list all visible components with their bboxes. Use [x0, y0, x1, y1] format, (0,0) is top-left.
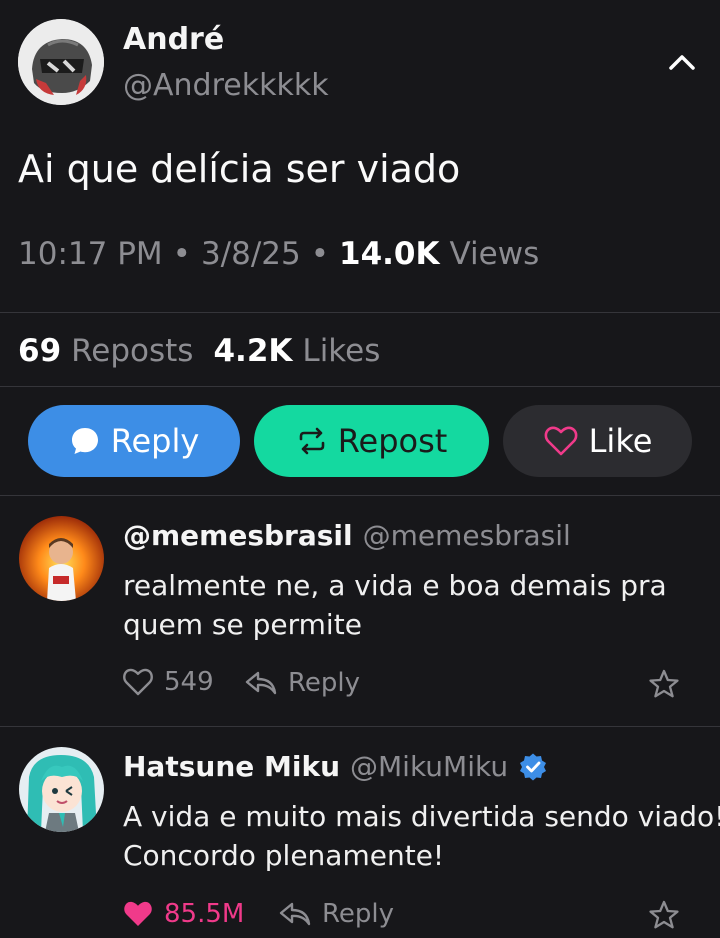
star-outline-icon [649, 900, 679, 929]
repost-button[interactable]: Repost [254, 405, 489, 477]
likes-label[interactable]: Likes [302, 333, 380, 369]
divider [0, 726, 720, 727]
reply-author-name[interactable]: @memesbrasil [123, 519, 353, 552]
heart-filled-icon [124, 901, 152, 926]
reply-like-button[interactable]: 85.5M [122, 899, 244, 929]
reply-author-name[interactable]: Hatsune Miku [123, 750, 340, 783]
likes-count[interactable]: 4.2K [213, 333, 292, 369]
miku-avatar-art [19, 747, 104, 832]
divider [0, 495, 720, 496]
collapse-button[interactable] [664, 47, 700, 77]
post-meta: 10:17 PM • 3/8/25 • 14.0K Views [18, 236, 539, 272]
heart-outline-icon [544, 426, 578, 456]
reply-text-line: A vida e muito mais divertida sendo viad… [123, 800, 720, 833]
reply-like-count: 549 [164, 667, 214, 697]
heart-outline-icon [123, 668, 153, 696]
reply-like-button[interactable]: 549 [122, 667, 214, 697]
views-count: 14.0K [339, 236, 440, 272]
reply-text-line: Concordo plenamente! [123, 839, 445, 872]
reply-text-line: realmente ne, a vida e boa demais pra [123, 569, 667, 602]
reply-arrow-icon [245, 671, 277, 695]
meta-separator: • [310, 236, 330, 272]
like-button[interactable]: Like [503, 405, 692, 477]
reply-bookmark-button[interactable] [647, 899, 681, 935]
reply-reply-label: Reply [288, 668, 361, 698]
author-name[interactable]: André [123, 22, 224, 57]
reply-like-count: 85.5M [164, 899, 245, 929]
reply-bookmark-button[interactable] [647, 668, 681, 704]
meta-separator: • [172, 236, 191, 272]
post-time: 10:17 PM [18, 236, 163, 272]
divider [0, 386, 720, 387]
post-text: Ai que delícia ser viado [18, 147, 461, 191]
reply-avatar[interactable] [19, 747, 104, 832]
reply-avatar[interactable] [19, 516, 104, 601]
helmet-avatar-art [18, 19, 104, 105]
reply-reply-button[interactable]: Reply [244, 668, 360, 698]
reply-text-line: quem se permite [123, 608, 362, 641]
racer-fire-avatar-art [19, 516, 104, 601]
chevron-up-icon [669, 55, 695, 70]
reply-header: Hatsune Miku @MikuMiku [123, 750, 548, 783]
speech-bubble-icon [71, 428, 98, 454]
reply-button[interactable]: Reply [28, 405, 240, 477]
reply-reply-label: Reply [322, 899, 395, 929]
post-stats: 69 Reposts 4.2K Likes [18, 333, 380, 369]
reply-reply-button[interactable]: Reply [278, 899, 394, 929]
reposts-count[interactable]: 69 [18, 333, 61, 369]
like-button-label: Like [588, 422, 653, 460]
reply-button-label: Reply [110, 422, 200, 460]
repost-button-label: Repost [337, 422, 448, 460]
repost-icon [299, 427, 325, 455]
views-label: Views [449, 236, 540, 272]
verified-badge-icon [520, 753, 547, 780]
reply-text: A vida e muito mais divertida sendo viad… [123, 797, 720, 875]
author-avatar[interactable] [18, 19, 104, 105]
reply-header: @memesbrasil @memesbrasil [123, 519, 571, 552]
reply-arrow-icon [279, 902, 311, 926]
post-date: 3/8/25 [200, 236, 301, 272]
reposts-label[interactable]: Reposts [71, 333, 193, 369]
reply-text: realmente ne, a vida e boa demais pra qu… [123, 566, 667, 644]
author-handle[interactable]: @Andrekkkkk [123, 68, 329, 103]
reply-author-handle[interactable]: @memesbrasil [363, 519, 571, 552]
divider [0, 312, 720, 313]
star-outline-icon [649, 669, 679, 698]
reply-author-handle[interactable]: @MikuMiku [350, 750, 508, 783]
